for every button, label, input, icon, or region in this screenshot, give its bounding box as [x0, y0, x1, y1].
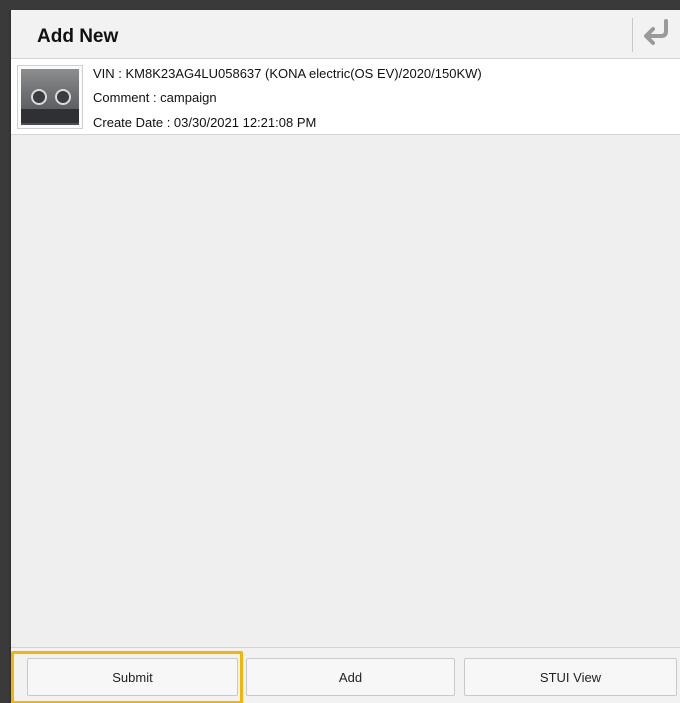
stui-view-button[interactable]: STUI View	[464, 658, 677, 696]
dialog-title: Add New	[37, 26, 119, 47]
vin-text: VIN : KM8K23AG4LU058637 (KONA electric(O…	[93, 66, 482, 81]
header-divider	[632, 18, 633, 52]
add-new-dialog: Add New VIN : KM8K23AG4LU058637 (KONA el…	[9, 10, 680, 703]
submit-button[interactable]: Submit	[27, 658, 238, 696]
dialog-header: Add New	[11, 10, 680, 59]
dialog-footer: Submit Add STUI View	[11, 647, 680, 703]
vehicle-thumbnail	[17, 65, 83, 129]
create-date-text: Create Date : 03/30/2021 12:21:08 PM	[93, 115, 317, 130]
list-item[interactable]: VIN : KM8K23AG4LU058637 (KONA electric(O…	[11, 59, 680, 135]
background-app-strip	[0, 0, 680, 10]
back-arrow-icon	[642, 18, 672, 52]
record-list: VIN : KM8K23AG4LU058637 (KONA electric(O…	[11, 59, 680, 647]
back-button[interactable]	[637, 16, 677, 54]
add-button[interactable]: Add	[246, 658, 455, 696]
comment-text: Comment : campaign	[93, 90, 217, 105]
